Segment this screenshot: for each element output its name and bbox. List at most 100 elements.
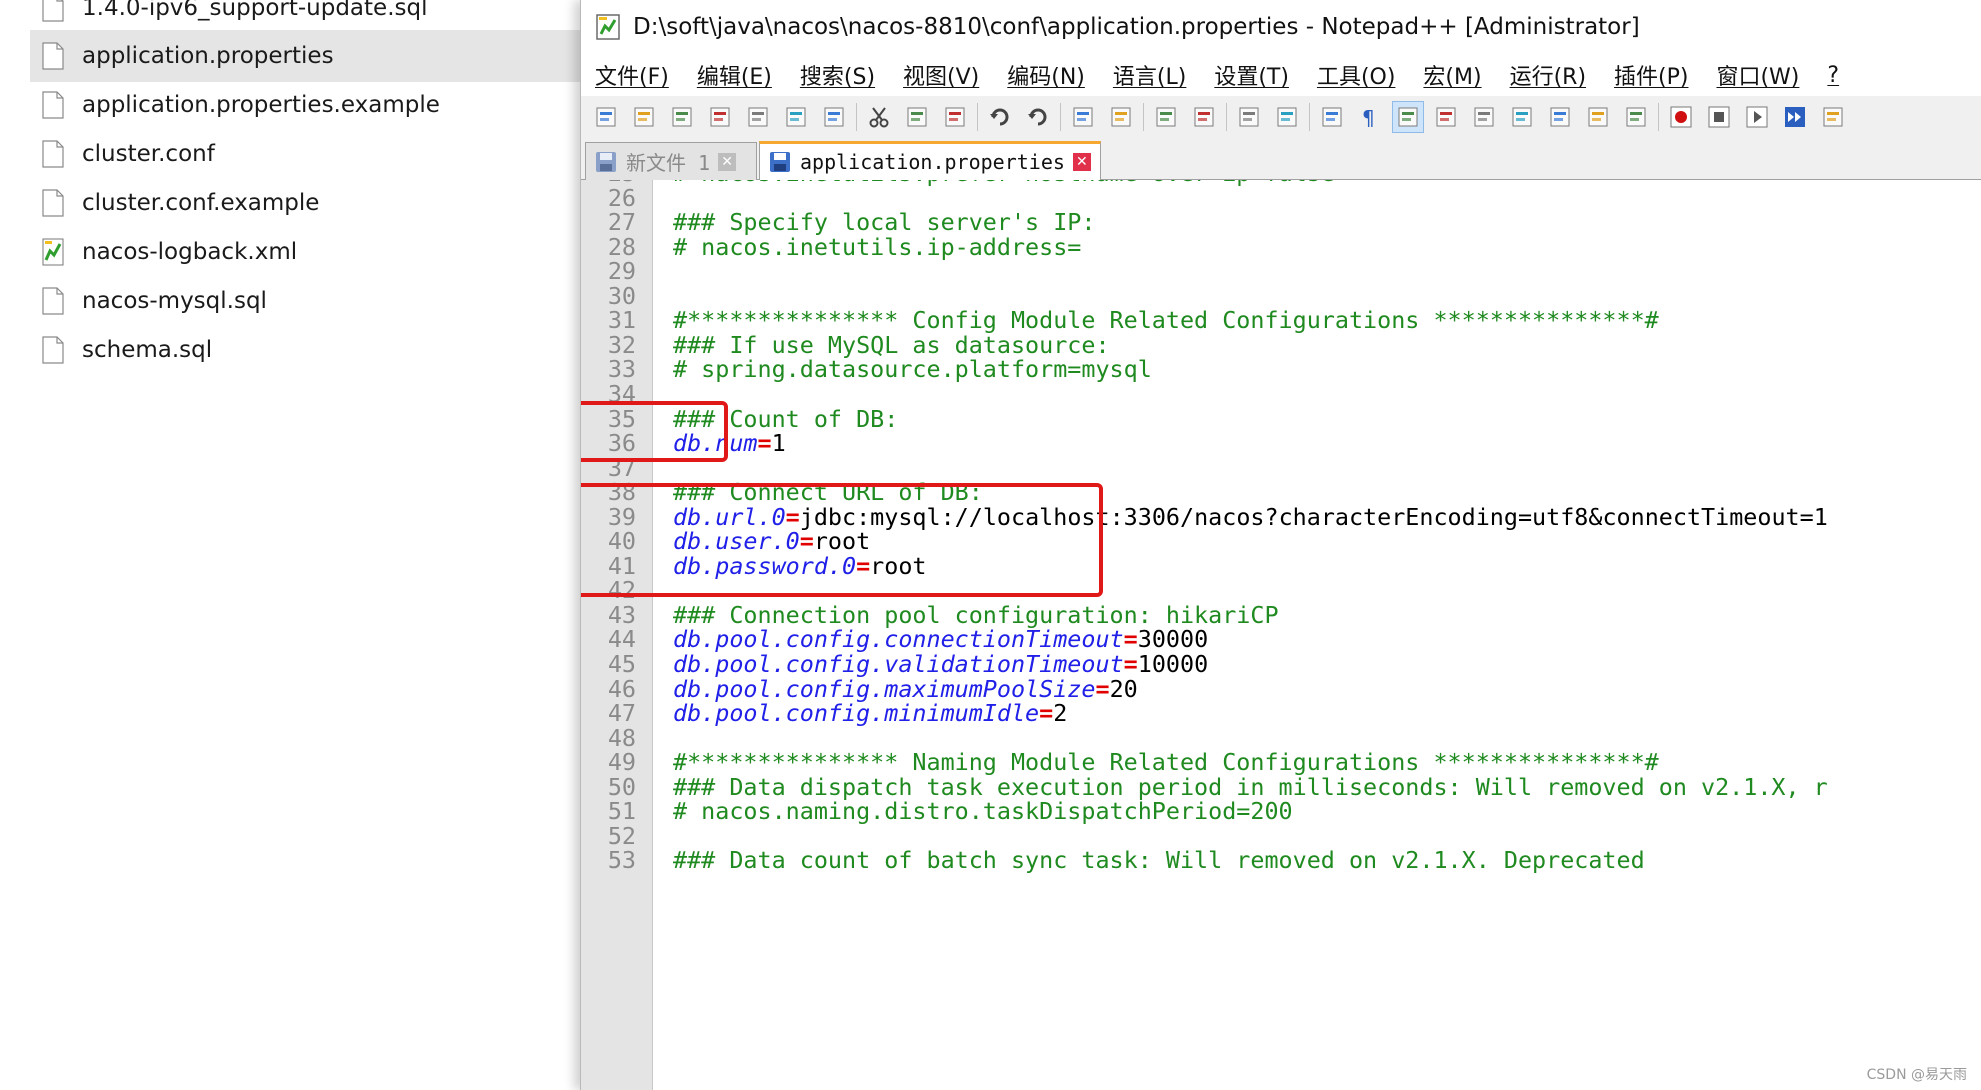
notepadpp-app-icon <box>593 12 623 42</box>
file-item[interactable]: cluster.conf <box>30 128 580 180</box>
save-macro-icon[interactable] <box>1818 102 1848 132</box>
file-item[interactable]: schema.sql <box>30 324 580 376</box>
watermark: CSDN @易天雨 <box>1866 1067 1967 1083</box>
file-icon <box>42 42 64 70</box>
file-name: cluster.conf <box>82 141 215 167</box>
save-icon[interactable] <box>667 102 697 132</box>
word-wrap-icon[interactable] <box>1317 102 1347 132</box>
line-number: 53 <box>607 846 636 875</box>
redo-icon[interactable] <box>1023 102 1053 132</box>
highlight-box-db-num <box>581 401 728 462</box>
folder-icon[interactable] <box>1583 102 1613 132</box>
tab-label: application.properties <box>800 150 1065 174</box>
open-file-icon[interactable] <box>629 102 659 132</box>
file-name: cluster.conf.example <box>82 190 320 216</box>
menu-item[interactable]: 搜索(S) <box>800 59 875 91</box>
replace-icon[interactable] <box>1106 102 1136 132</box>
cut-icon[interactable] <box>864 102 894 132</box>
menu-item[interactable]: 工具(O) <box>1317 59 1395 91</box>
tab-close-icon[interactable]: ✕ <box>718 152 737 171</box>
sync-vertical-icon[interactable] <box>1234 102 1264 132</box>
menu-item[interactable]: 语言(L) <box>1113 59 1186 91</box>
toolbar-separator <box>1060 103 1061 131</box>
svg-text:¶: ¶ <box>1362 106 1375 129</box>
monitoring-icon[interactable] <box>1621 102 1651 132</box>
menu-item[interactable]: 插件(P) <box>1614 59 1688 91</box>
paste-icon[interactable] <box>940 102 970 132</box>
close-icon[interactable] <box>743 102 773 132</box>
new-file-icon[interactable] <box>591 102 621 132</box>
tab-new-file[interactable]: 新文件 1 ✕ <box>585 142 757 180</box>
tab-close-icon[interactable]: ✕ <box>1072 153 1091 171</box>
stop-record-icon[interactable] <box>1704 102 1734 132</box>
title-bar[interactable]: D:\soft\java\nacos\nacos-8810\conf\appli… <box>581 0 1981 54</box>
menu-item[interactable]: 运行(R) <box>1510 59 1586 91</box>
menu-item[interactable]: 视图(V) <box>903 59 979 91</box>
notepadpp-window: D:\soft\java\nacos\nacos-8810\conf\appli… <box>580 0 1981 1090</box>
code-line: 53 ### Data count of batch sync task: Wil… <box>581 845 1981 876</box>
menu-item[interactable]: 编辑(E) <box>697 59 772 91</box>
file-explorer-list: 1.4.0-ipv6_support-update.sql application… <box>0 0 580 1090</box>
menu-item[interactable]: 文件(F) <box>595 59 669 91</box>
file-item[interactable]: cluster.conf.example <box>30 177 580 229</box>
toolbar-separator <box>1226 103 1227 131</box>
folder-workspace-icon[interactable] <box>1545 102 1575 132</box>
notepadpp-file-icon <box>42 238 64 266</box>
sync-horizontal-icon[interactable] <box>1272 102 1302 132</box>
highlight-box-db-connection <box>581 483 1103 597</box>
file-icon <box>42 287 64 315</box>
file-item[interactable]: application.properties <box>30 30 580 82</box>
tab-label: 新文件 1 <box>626 151 711 175</box>
copy-icon[interactable] <box>902 102 932 132</box>
menu-item[interactable]: ? <box>1827 63 1839 88</box>
file-name: application.properties.example <box>82 92 440 118</box>
menu-item[interactable]: 宏(M) <box>1423 59 1481 91</box>
file-icon <box>42 140 64 168</box>
file-item[interactable]: nacos-logback.xml <box>30 226 580 278</box>
tab-bar: 新文件 1 ✕ application.properties ✕ <box>581 138 1981 180</box>
toolbar-separator <box>1309 103 1310 131</box>
toolbar-separator <box>1658 103 1659 131</box>
print-icon[interactable] <box>819 102 849 132</box>
menu-bar: 文件(F) 编辑(E) 搜索(S) 视图(V) 编码(N) 语言(L) 设置(T) 工具(O)… <box>581 54 1981 96</box>
close-all-icon[interactable] <box>781 102 811 132</box>
indent-guide-icon[interactable] <box>1392 101 1424 133</box>
toolbar: ¶ <box>581 96 1981 138</box>
line-content: ### Data count of batch sync task: Will … <box>673 846 1645 875</box>
save-status-icon <box>594 150 618 174</box>
file-name: nacos-logback.xml <box>82 239 298 265</box>
save-all-icon[interactable] <box>705 102 735 132</box>
code-editor[interactable]: 25# nacos.inetutils.prefer-hostname-over… <box>581 180 1981 1090</box>
file-icon <box>42 189 64 217</box>
tab-application-properties[interactable]: application.properties ✕ <box>759 141 1101 180</box>
show-all-chars-icon[interactable]: ¶ <box>1355 102 1385 132</box>
file-icon <box>42 0 64 22</box>
file-name: application.properties <box>82 43 334 69</box>
play-macro-icon[interactable] <box>1742 102 1772 132</box>
file-icon <box>42 91 64 119</box>
file-name: 1.4.0-ipv6_support-update.sql <box>82 0 428 21</box>
window-title: D:\soft\java\nacos\nacos-8810\conf\appli… <box>633 14 1640 40</box>
user-language-icon[interactable] <box>1431 102 1461 132</box>
record-macro-icon[interactable] <box>1666 102 1696 132</box>
file-icon <box>42 336 64 364</box>
function-list-icon[interactable] <box>1507 102 1537 132</box>
menu-item[interactable]: 设置(T) <box>1214 59 1289 91</box>
toolbar-separator <box>1143 103 1144 131</box>
zoom-in-icon[interactable] <box>1151 102 1181 132</box>
file-item[interactable]: application.properties.example <box>30 79 580 131</box>
save-status-icon <box>768 150 792 174</box>
file-item[interactable]: 1.4.0-ipv6_support-update.sql <box>30 0 580 34</box>
zoom-out-icon[interactable] <box>1189 102 1219 132</box>
menu-item[interactable]: 编码(N) <box>1007 59 1085 91</box>
undo-icon[interactable] <box>985 102 1015 132</box>
screen: 1.4.0-ipv6_support-update.sql application… <box>0 0 1981 1090</box>
menu-item[interactable]: 窗口(W) <box>1716 59 1799 91</box>
file-name: nacos-mysql.sql <box>82 288 267 314</box>
document-map-icon[interactable] <box>1469 102 1499 132</box>
toolbar-separator <box>856 103 857 131</box>
find-icon[interactable] <box>1068 102 1098 132</box>
run-macro-multiple-icon[interactable] <box>1780 102 1810 132</box>
file-item[interactable]: nacos-mysql.sql <box>30 275 580 327</box>
toolbar-separator <box>977 103 978 131</box>
